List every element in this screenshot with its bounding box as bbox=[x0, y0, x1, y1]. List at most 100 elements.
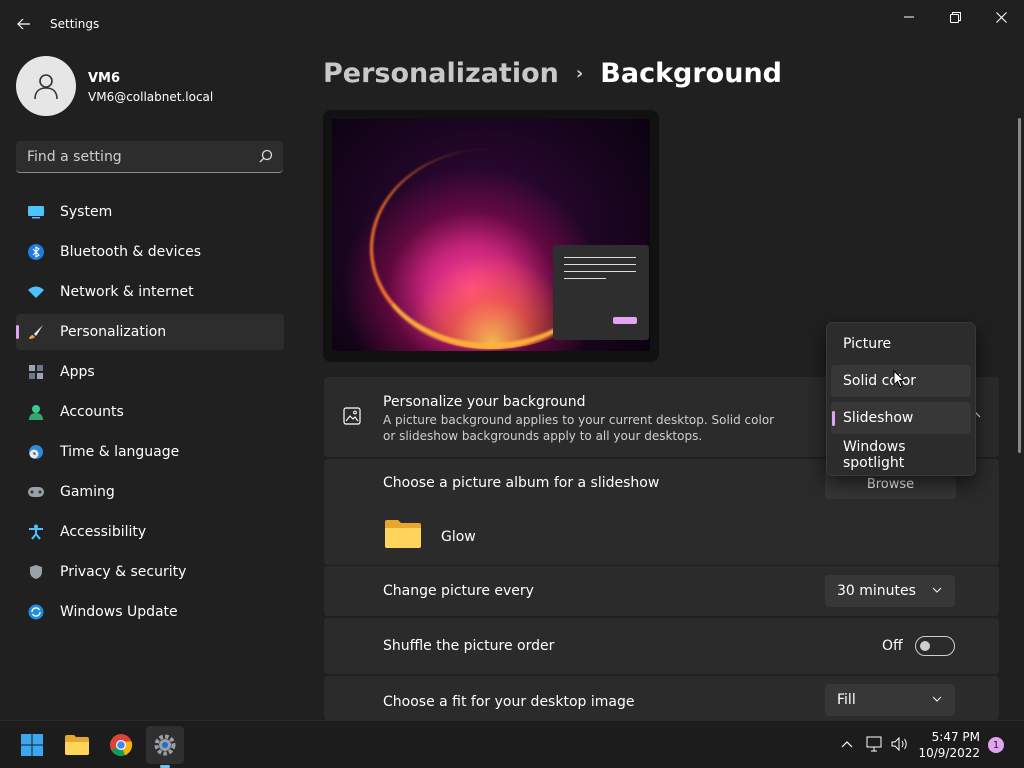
sidebar-item-accounts[interactable]: Accounts bbox=[16, 394, 284, 430]
sidebar-item-windows-update[interactable]: Windows Update bbox=[16, 594, 284, 630]
scrollbar[interactable] bbox=[1018, 118, 1021, 453]
sidebar-item-label: Windows Update bbox=[60, 604, 178, 620]
breadcrumb-separator: › bbox=[575, 63, 584, 84]
page-title: Background bbox=[600, 58, 783, 89]
sidebar-item-label: Apps bbox=[60, 364, 95, 380]
chrome-icon bbox=[110, 734, 133, 756]
card-description: A picture background applies to your cur… bbox=[383, 413, 775, 443]
breadcrumb: Personalization › Background bbox=[323, 58, 782, 89]
sidebar-item-label: Accounts bbox=[60, 404, 124, 420]
dropdown-value: 30 minutes bbox=[837, 583, 916, 599]
background-preview bbox=[323, 110, 659, 362]
preview-wallpaper bbox=[332, 119, 650, 351]
sidebar-item-label: Accessibility bbox=[60, 524, 147, 540]
toggle-state-label: Off bbox=[882, 638, 903, 654]
sidebar-item-privacy[interactable]: Privacy & security bbox=[16, 554, 284, 590]
preview-window bbox=[553, 245, 649, 340]
taskbar-chrome[interactable] bbox=[102, 726, 140, 764]
sidebar-item-label: Privacy & security bbox=[60, 564, 187, 580]
app-title: Settings bbox=[50, 17, 100, 31]
fit-card: Choose a fit for your desktop image Fill bbox=[324, 676, 999, 720]
update-icon bbox=[27, 603, 45, 621]
chevron-down-icon bbox=[932, 696, 942, 702]
menu-item-windows-spotlight[interactable]: Windows spotlight bbox=[831, 439, 971, 471]
shuffle-toggle[interactable] bbox=[915, 636, 955, 656]
sidebar-item-time-language[interactable]: Time & language bbox=[16, 434, 284, 470]
title-bar: Settings bbox=[0, 0, 1024, 48]
sidebar-item-label: Gaming bbox=[60, 484, 115, 500]
sidebar-item-accessibility[interactable]: Accessibility bbox=[16, 514, 284, 550]
wifi-icon bbox=[27, 283, 45, 301]
menu-item-slideshow[interactable]: Slideshow bbox=[831, 402, 971, 434]
folder-icon bbox=[385, 520, 421, 548]
user-profile[interactable]: VM6 VM6@collabnet.local bbox=[16, 56, 296, 118]
sidebar-item-gaming[interactable]: Gaming bbox=[16, 474, 284, 510]
sidebar-nav: System Bluetooth & devices Network & int… bbox=[16, 194, 284, 634]
mouse-cursor-icon bbox=[893, 370, 905, 388]
picture-icon bbox=[343, 407, 361, 425]
sidebar-item-apps[interactable]: Apps bbox=[16, 354, 284, 390]
sidebar-item-label: Time & language bbox=[60, 444, 180, 460]
shuffle-title: Shuffle the picture order bbox=[383, 638, 555, 654]
file-explorer-icon bbox=[65, 735, 89, 755]
clock-date: 10/9/2022 bbox=[918, 746, 980, 760]
clock-time: 5:47 PM bbox=[931, 730, 980, 744]
taskbar-clock[interactable]: 5:47 PM 10/9/2022 bbox=[918, 729, 980, 761]
person-icon bbox=[34, 74, 58, 100]
change-picture-card: Change picture every 30 minutes bbox=[324, 566, 999, 616]
back-button[interactable] bbox=[10, 12, 38, 36]
taskbar: 5:47 PM 10/9/2022 1 bbox=[0, 720, 1024, 768]
taskbar-file-explorer[interactable] bbox=[58, 726, 96, 764]
avatar bbox=[16, 56, 76, 116]
album-row-title: Choose a picture album for a slideshow bbox=[383, 475, 660, 491]
close-button[interactable] bbox=[978, 4, 1024, 30]
start-button[interactable] bbox=[13, 726, 51, 764]
preview-button bbox=[613, 317, 637, 324]
restore-button[interactable] bbox=[932, 4, 978, 30]
shield-icon bbox=[27, 563, 45, 581]
network-icon[interactable] bbox=[866, 736, 884, 752]
chevron-down-icon bbox=[932, 587, 942, 593]
globe-clock-icon bbox=[27, 443, 45, 461]
change-picture-dropdown[interactable]: 30 minutes bbox=[825, 575, 955, 607]
sidebar-item-label: Bluetooth & devices bbox=[60, 244, 202, 260]
windows-start-icon bbox=[21, 734, 43, 756]
toggle-knob bbox=[920, 641, 930, 651]
bluetooth-icon bbox=[27, 243, 45, 261]
volume-icon[interactable] bbox=[891, 736, 909, 752]
search-icon bbox=[259, 149, 273, 163]
person-icon bbox=[27, 403, 45, 421]
menu-item-picture[interactable]: Picture bbox=[831, 328, 971, 360]
accessibility-icon bbox=[27, 523, 45, 541]
gamepad-icon bbox=[27, 483, 45, 501]
brush-icon bbox=[27, 323, 45, 341]
user-email: VM6@collabnet.local bbox=[88, 90, 214, 104]
album-folder-name[interactable]: Glow bbox=[441, 529, 476, 545]
shuffle-card: Shuffle the picture order Off bbox=[324, 618, 999, 674]
sidebar-item-label: Personalization bbox=[60, 324, 167, 340]
sidebar-item-label: System bbox=[60, 204, 113, 220]
sidebar-item-bluetooth[interactable]: Bluetooth & devices bbox=[16, 234, 284, 270]
breadcrumb-parent[interactable]: Personalization bbox=[323, 58, 559, 89]
close-icon bbox=[995, 11, 1007, 23]
change-picture-title: Change picture every bbox=[383, 583, 534, 599]
sidebar-item-system[interactable]: System bbox=[16, 194, 284, 230]
sidebar-item-personalization[interactable]: Personalization bbox=[16, 314, 284, 350]
restore-icon bbox=[949, 11, 961, 23]
notification-badge[interactable]: 1 bbox=[988, 737, 1004, 753]
sidebar-item-label: Network & internet bbox=[60, 284, 194, 300]
card-title: Personalize your background bbox=[383, 394, 586, 410]
taskbar-settings[interactable] bbox=[146, 726, 184, 764]
minimize-icon bbox=[904, 16, 914, 18]
system-icon bbox=[27, 203, 45, 221]
sidebar-item-network[interactable]: Network & internet bbox=[16, 274, 284, 310]
background-type-menu: Picture Solid color Slideshow Windows sp… bbox=[826, 322, 976, 476]
chevron-up-icon[interactable] bbox=[841, 736, 853, 752]
apps-icon bbox=[27, 363, 45, 381]
search-input[interactable]: Find a setting bbox=[16, 141, 283, 173]
fit-dropdown[interactable]: Fill bbox=[825, 684, 955, 716]
arrow-left-icon bbox=[17, 18, 30, 30]
search-placeholder: Find a setting bbox=[27, 149, 122, 165]
minimize-button[interactable] bbox=[886, 4, 932, 30]
dropdown-value: Fill bbox=[837, 692, 856, 708]
